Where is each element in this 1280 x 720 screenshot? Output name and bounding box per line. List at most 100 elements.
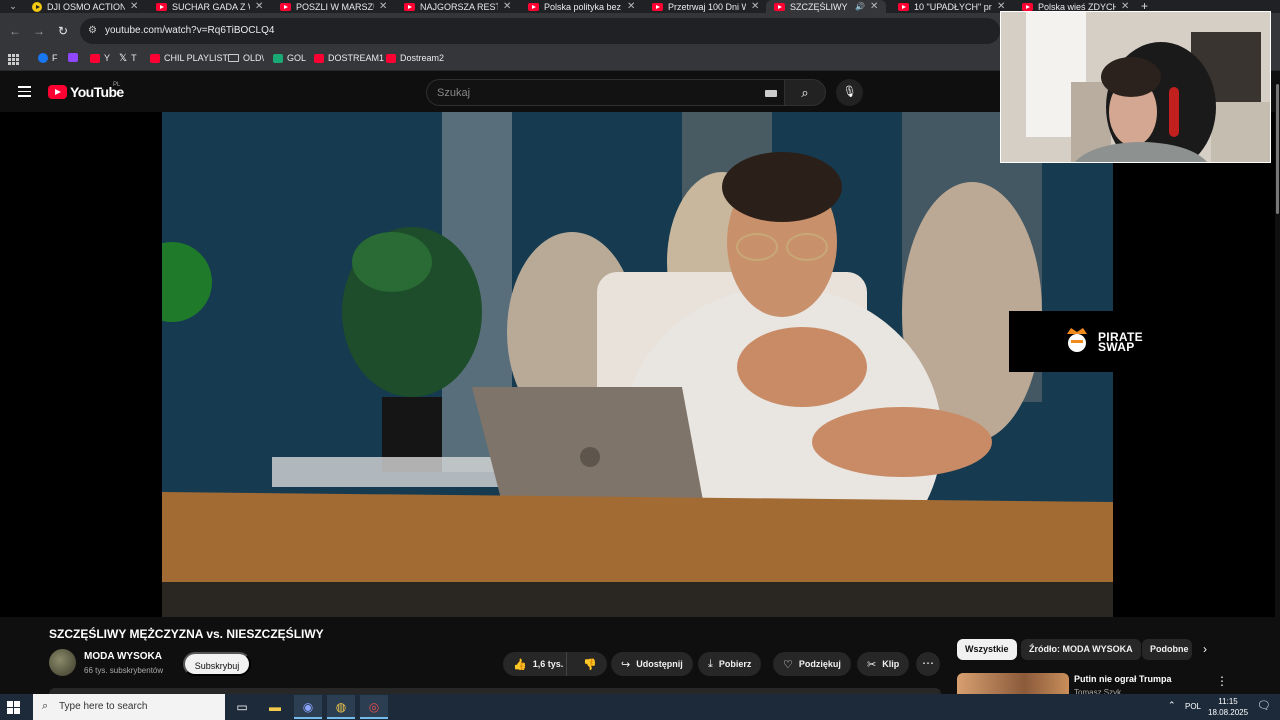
share-icon: ↪	[621, 658, 631, 671]
twitch-icon	[68, 53, 78, 62]
thanks-button[interactable]: ♡ Podziękuj	[773, 652, 851, 676]
bookmark-item[interactable]	[68, 53, 78, 62]
youtube-icon	[48, 85, 67, 99]
search-button[interactable]: ⌕	[785, 79, 826, 106]
chip-similar[interactable]: Podobne	[1142, 639, 1192, 660]
keyboard-icon[interactable]	[765, 90, 777, 97]
address-bar[interactable]: ⚙ youtube.com/watch?v=Rq6TiBOCLQ4	[80, 18, 1000, 44]
subscribe-button[interactable]: Subskrybuj	[183, 652, 251, 676]
close-icon[interactable]: ✕	[627, 1, 635, 12]
discord-icon[interactable]: ◉	[294, 695, 322, 719]
reload-icon[interactable]: ↻	[54, 22, 72, 40]
notification-icon[interactable]: 🗨	[1257, 699, 1271, 712]
speaker-icon[interactable]: 🔊	[855, 2, 865, 11]
taskbar-search-box[interactable]: Type here to search	[33, 694, 225, 720]
scissors-icon: ✂	[867, 658, 877, 671]
facebook-icon	[38, 53, 48, 63]
youtube-icon	[528, 2, 539, 11]
channel-name[interactable]: MODA WYSOKA	[84, 651, 162, 662]
clip-button[interactable]: ✂ Klip	[857, 652, 910, 676]
close-icon[interactable]: ✕	[503, 1, 511, 12]
browser-tab-active[interactable]: SZCZĘŚLIWY MĘ 🔊 ✕	[766, 0, 887, 13]
bookmark-item[interactable]: F	[38, 53, 58, 63]
search-input[interactable]	[437, 85, 757, 101]
close-icon[interactable]: ✕	[870, 1, 878, 12]
bookmark-item[interactable]: 𝕏 T	[119, 53, 137, 63]
windows-start-icon[interactable]	[7, 701, 20, 714]
thumbs-down-icon: 👎	[583, 658, 598, 671]
video-scene-image	[162, 112, 1113, 617]
browser-tab[interactable]: SUCHAR GADA Z W ✕	[148, 0, 271, 13]
bookmark-item[interactable]: OLD\	[228, 53, 264, 63]
video-player[interactable]: PIRATE SWAP	[0, 112, 1280, 617]
youtube-icon	[1022, 2, 1033, 11]
task-view-icon[interactable]: ▭	[228, 695, 256, 719]
bookmark-label: OLD\	[243, 53, 265, 63]
bookmark-item[interactable]: Y	[90, 53, 110, 63]
obs-icon[interactable]: ◎	[360, 695, 388, 719]
more-actions-button[interactable]: ⋯	[916, 652, 940, 676]
bookmark-label: Y	[104, 53, 111, 63]
like-button[interactable]: 👍 1,6 tys.	[503, 652, 568, 676]
tray-chevron-up-icon[interactable]: ⌃	[1168, 700, 1176, 711]
tab-title: SUCHAR GADA Z W	[172, 1, 250, 12]
tab-title: NAJGORSZA RESTAU	[420, 1, 498, 12]
browser-tab[interactable]: Polska polityka bez k ✕	[520, 0, 643, 13]
site-info-icon[interactable]: ⚙	[88, 24, 102, 38]
tab-search-icon[interactable]: ⌄	[4, 0, 22, 13]
browser-tab[interactable]: 10 "UPADŁYCH" proj ✕	[890, 0, 1013, 13]
folder-icon	[228, 54, 239, 62]
channel-avatar[interactable]	[49, 649, 76, 676]
bookmark-item[interactable]: CHIL PLAYLIST	[150, 53, 228, 63]
chrome-icon[interactable]: ◍	[327, 695, 355, 719]
more-vertical-icon[interactable]: ⋮	[1216, 674, 1228, 688]
menu-icon[interactable]	[18, 86, 31, 97]
chip-all[interactable]: Wszystkie	[957, 639, 1017, 660]
close-icon[interactable]: ✕	[379, 1, 387, 12]
scroll-thumb[interactable]	[1276, 84, 1279, 214]
download-button[interactable]: ⤓ Pobierz	[698, 652, 762, 676]
gol-icon	[273, 53, 283, 63]
input-language[interactable]: POL	[1185, 702, 1201, 711]
youtube-icon	[404, 2, 415, 11]
share-button[interactable]: ↪ Udostępnij	[611, 652, 693, 676]
webcam-image	[1001, 12, 1270, 162]
video-title: SZCZĘŚLIWY MĘŻCZYZNA vs. NIESZCZĘŚLIWY	[49, 627, 324, 641]
browser-tab[interactable]: DJI OSMO ACTION 5 ✕	[24, 0, 146, 13]
search-icon: ⌕	[801, 85, 809, 100]
microphone-icon: 🎙	[842, 86, 857, 98]
youtube-icon	[150, 53, 160, 63]
chip-source[interactable]: Źródło: MODA WYSOKA	[1021, 639, 1141, 660]
search-icon: ⌕	[42, 700, 49, 712]
like-count: 1,6 tys.	[532, 659, 564, 669]
youtube-icon	[90, 53, 100, 63]
pirate-logo-icon	[1067, 328, 1087, 352]
bookmark-item[interactable]: Dostream2	[386, 53, 444, 63]
apps-grid-icon[interactable]	[8, 54, 19, 65]
subscriber-count: 66 tys. subskrybentów	[84, 666, 164, 675]
bookmark-item[interactable]: GOL	[273, 53, 306, 63]
tab-title: 10 "UPADŁYCH" proj	[914, 1, 992, 12]
share-label: Udostępnij	[636, 659, 683, 669]
voice-search-button[interactable]: 🎙	[836, 79, 863, 106]
dislike-button[interactable]: 👎	[573, 658, 607, 671]
browser-tab[interactable]: POSZLI W MARSZU D ✕	[272, 0, 395, 13]
tab-title: Polska wieś ZDYCHA	[1038, 1, 1116, 12]
clock-date: 18.08.2025	[1208, 708, 1249, 717]
chevron-right-icon[interactable]: ›	[1203, 642, 1207, 656]
download-label: Pobierz	[718, 659, 752, 669]
file-explorer-icon[interactable]: ▬	[261, 695, 289, 719]
bookmark-item[interactable]: DOSTREAM1	[314, 53, 384, 63]
forward-arrow-icon[interactable]: →	[30, 22, 48, 40]
back-arrow-icon[interactable]: ←	[6, 22, 24, 40]
page-scrollbar[interactable]	[1275, 72, 1280, 692]
close-icon[interactable]: ✕	[751, 1, 759, 12]
video-frame[interactable]	[162, 112, 1113, 617]
close-icon[interactable]: ✕	[130, 1, 138, 12]
system-clock[interactable]: 11:15 18.08.2025	[1208, 696, 1248, 718]
close-icon[interactable]: ✕	[255, 1, 263, 12]
recommendation-title[interactable]: Putin nie ograł Trumpa	[1074, 674, 1172, 684]
browser-tab[interactable]: Przetrwaj 100 Dni W ✕	[644, 0, 767, 13]
browser-tab[interactable]: NAJGORSZA RESTAU ✕	[396, 0, 519, 13]
windows-taskbar: Type here to search ⌕ ▭ ▬ ◉ ◍ ◎ ⌃ POL 11…	[0, 694, 1280, 720]
